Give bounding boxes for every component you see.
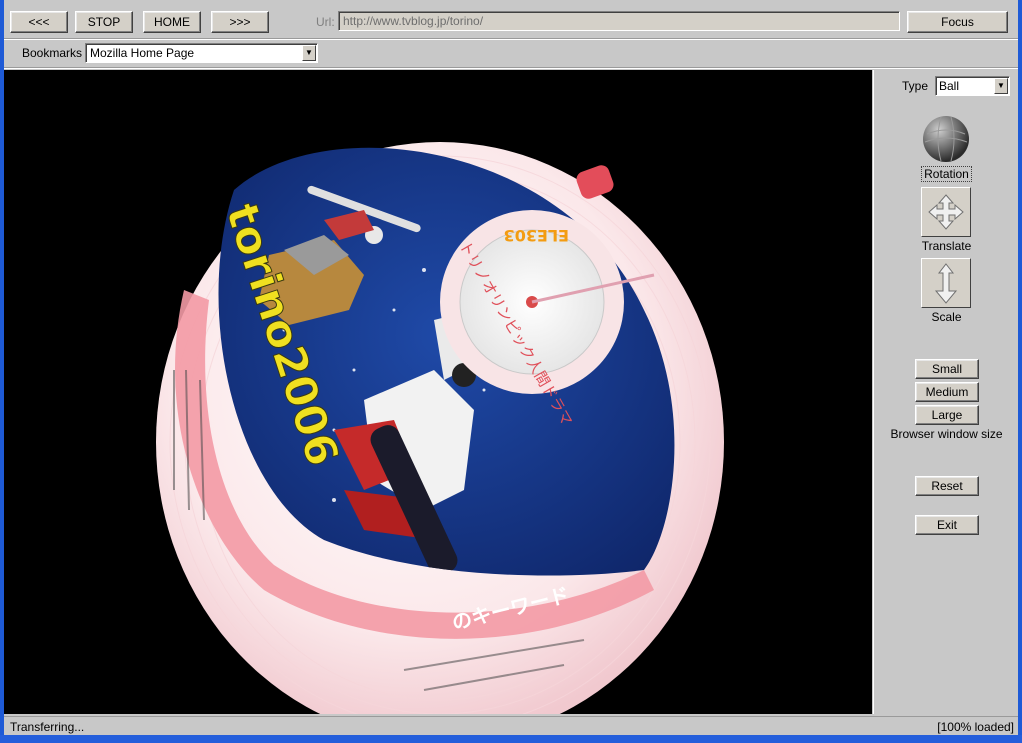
screen: <<< STOP HOME >>> Focus Url: http://www.… xyxy=(0,0,1022,743)
translate-label: Translate xyxy=(921,239,972,253)
bookmarks-select[interactable]: Mozilla Home Page ▼ xyxy=(85,43,318,63)
home-button[interactable]: HOME xyxy=(143,11,201,33)
type-label: Type xyxy=(902,79,929,93)
vertical-arrow-icon xyxy=(934,263,958,304)
taskbar xyxy=(0,735,1022,743)
toolbar-divider xyxy=(4,38,1018,40)
load-progress-text: [100% loaded] xyxy=(937,720,1014,734)
bookmarks-selected-value: Mozilla Home Page xyxy=(90,46,195,60)
chevron-down-icon[interactable]: ▼ xyxy=(994,78,1008,94)
status-text: Transferring... xyxy=(10,720,85,734)
stop-button[interactable]: STOP xyxy=(75,11,133,33)
toolbar-divider xyxy=(4,67,1018,69)
rotation-label: Rotation xyxy=(921,166,972,182)
forward-button[interactable]: >>> xyxy=(211,11,269,33)
medium-size-button[interactable]: Medium xyxy=(915,382,979,402)
large-size-button[interactable]: Large xyxy=(915,405,979,425)
3d-viewport[interactable]: torino2006 ELE303 トリノオリンピック人間ドラマ のキーワード xyxy=(4,70,872,714)
small-size-button[interactable]: Small xyxy=(915,359,979,379)
exit-button[interactable]: Exit xyxy=(915,515,979,535)
rotation-tool[interactable] xyxy=(921,114,971,164)
translate-tool[interactable] xyxy=(921,187,971,237)
status-bar: Transferring... [100% loaded] xyxy=(4,716,1018,735)
gauge-logo: ELE303 xyxy=(504,226,569,245)
window-size-caption: Browser window size xyxy=(890,427,1003,441)
url-label: Url: xyxy=(316,15,335,29)
reset-button[interactable]: Reset xyxy=(915,476,979,496)
sphere-render[interactable]: torino2006 ELE303 トリノオリンピック人間ドラマ のキーワード xyxy=(4,70,872,714)
scale-label: Scale xyxy=(931,310,962,324)
bookmarks-label: Bookmarks xyxy=(22,46,83,60)
sphere-icon xyxy=(923,116,969,162)
browser-window: <<< STOP HOME >>> Focus Url: http://www.… xyxy=(4,0,1018,735)
side-panel: Type Ball ▼ Rotation Translate Scale Sma… xyxy=(873,70,1018,714)
url-field[interactable]: http://www.tvblog.jp/torino/ xyxy=(338,11,900,31)
four-arrows-icon xyxy=(928,194,964,230)
back-button[interactable]: <<< xyxy=(10,11,68,33)
scale-tool[interactable] xyxy=(921,258,971,308)
type-select[interactable]: Ball ▼ xyxy=(935,76,1010,96)
type-selected-value: Ball xyxy=(939,79,960,93)
focus-button[interactable]: Focus xyxy=(907,11,1008,33)
chevron-down-icon[interactable]: ▼ xyxy=(302,45,316,61)
